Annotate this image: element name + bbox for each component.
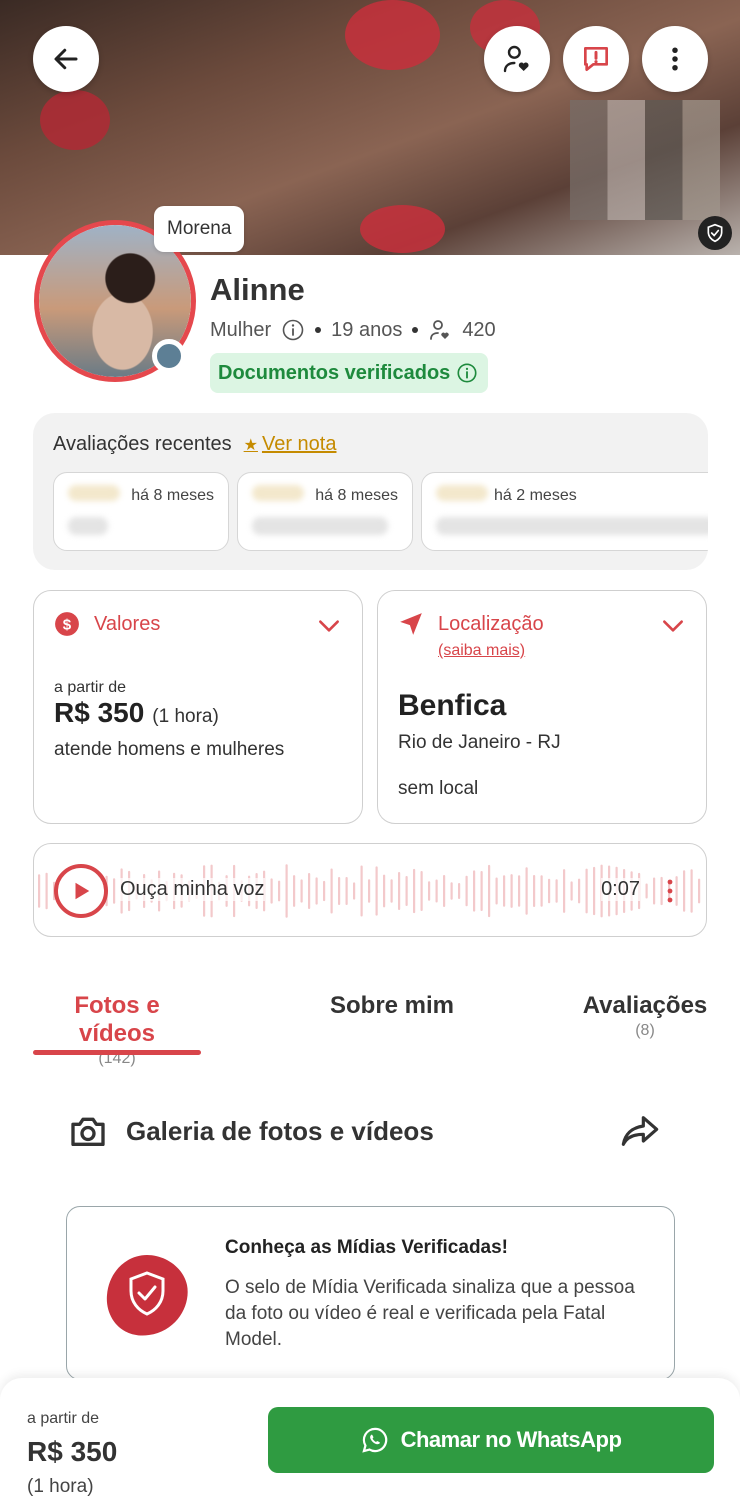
location-card[interactable]: Localização (saiba mais) Benfica Rio de … xyxy=(377,590,707,824)
bottom-price: R$ 350 xyxy=(27,1436,118,1467)
ver-nota-link[interactable]: ★ Ver nota xyxy=(244,433,337,456)
verified-label: Documentos verificados xyxy=(218,361,451,384)
dollar-icon: $ xyxy=(55,612,79,636)
arrow-left-icon xyxy=(54,48,78,70)
status-dot xyxy=(152,339,186,373)
info-icon[interactable] xyxy=(281,318,305,342)
play-icon xyxy=(75,882,90,900)
separator-dot xyxy=(315,327,322,333)
tab-about[interactable]: Sobre mim xyxy=(312,992,472,1020)
cover-verified-badge[interactable] xyxy=(698,216,732,250)
reviews-title: Avaliações recentes xyxy=(53,433,232,455)
shield-check-icon xyxy=(106,1255,188,1336)
price-duration: (1 hora) xyxy=(152,706,219,727)
review-date: há 2 meses xyxy=(494,487,577,504)
gender-label: Mulher xyxy=(210,318,272,341)
age-label: 19 anos xyxy=(331,318,403,341)
tab-photos-videos[interactable]: Fotos e vídeos (142) xyxy=(33,992,201,1068)
ver-nota-label: Ver nota xyxy=(261,433,337,455)
profile-tag: Morena xyxy=(154,206,245,252)
follow-button[interactable] xyxy=(484,26,550,92)
price-from-label: a partir de xyxy=(54,679,127,696)
followers-count: 420 xyxy=(462,318,496,341)
chevron-down-icon[interactable] xyxy=(316,613,342,639)
user-heart-icon xyxy=(430,320,449,340)
review-card[interactable]: há 8 meses xyxy=(53,472,229,551)
place-label: sem local xyxy=(398,778,479,799)
profile-meta: Mulher 19 anos 420 xyxy=(210,315,496,345)
verified-media-info: Conheça as Mídias Verificadas! O selo de… xyxy=(66,1206,675,1380)
tab-reviews[interactable]: Avaliações (8) xyxy=(580,992,710,1040)
tab-label: Fotos e vídeos xyxy=(74,992,160,1047)
bottom-bar: a partir de R$ 350 (1 hora) Chamar no Wh… xyxy=(0,1378,740,1500)
price-value: R$ 350 xyxy=(54,697,145,728)
prices-card[interactable]: $ Valores a partir de R$ 350 (1 hora) at… xyxy=(33,590,363,824)
navigation-arrow-icon xyxy=(400,613,422,635)
share-icon[interactable] xyxy=(620,1114,660,1148)
tab-label: Sobre mim xyxy=(329,992,455,1019)
whatsapp-button[interactable]: Chamar no WhatsApp xyxy=(268,1407,714,1473)
more-options-button[interactable] xyxy=(642,26,708,92)
recent-reviews: Avaliações recentes ★ Ver nota há 8 mese… xyxy=(33,413,708,570)
verified-media-text: O selo de Mídia Verificada sinaliza que … xyxy=(225,1277,635,1350)
profile-name: Alinne xyxy=(210,272,305,307)
info-icon xyxy=(457,363,477,383)
alert-bubble-icon xyxy=(584,47,608,71)
voice-label: Ouça minha voz xyxy=(120,878,265,901)
chevron-down-icon[interactable] xyxy=(660,613,686,639)
camera-icon xyxy=(71,1117,105,1146)
vertical-dots-icon[interactable] xyxy=(664,878,676,904)
separator-dot xyxy=(412,327,419,333)
play-button[interactable] xyxy=(54,864,108,918)
review-card[interactable]: há 2 meses xyxy=(421,472,708,551)
bottom-duration: (1 hora) xyxy=(27,1476,94,1497)
user-heart-icon xyxy=(503,45,529,73)
tab-count: (8) xyxy=(635,1022,655,1039)
back-button[interactable] xyxy=(33,26,99,92)
svg-text:$: $ xyxy=(63,616,72,633)
bottom-from-label: a partir de xyxy=(27,1410,100,1427)
neighborhood: Benfica xyxy=(398,689,507,722)
voice-player[interactable]: Ouça minha voz 0:07 xyxy=(33,843,707,937)
review-date: há 8 meses xyxy=(131,487,214,504)
prices-title: Valores xyxy=(94,612,161,635)
cover-photo[interactable] xyxy=(0,0,740,255)
serves-label: atende homens e mulheres xyxy=(54,739,285,760)
review-date: há 8 meses xyxy=(315,487,398,504)
voice-duration: 0:07 xyxy=(601,878,640,901)
learn-more-link[interactable]: (saiba mais) xyxy=(438,642,525,660)
vertical-dots-icon xyxy=(672,47,678,71)
city: Rio de Janeiro - RJ xyxy=(398,732,561,753)
report-button[interactable] xyxy=(563,26,629,92)
gallery-title: Galeria de fotos e vídeos xyxy=(126,1115,434,1146)
whatsapp-icon xyxy=(361,1427,387,1453)
verified-documents-badge[interactable]: Documentos verificados xyxy=(210,353,489,393)
shield-check-icon xyxy=(707,223,723,243)
tab-label: Avaliações xyxy=(582,992,708,1019)
active-tab-indicator xyxy=(33,1050,201,1055)
review-card[interactable]: há 8 meses xyxy=(237,472,413,551)
gallery-header: Galeria de fotos e vídeos xyxy=(68,1108,660,1154)
star-icon: ★ xyxy=(243,436,258,454)
whatsapp-label: Chamar no WhatsApp xyxy=(400,1427,622,1452)
verified-media-title: Conheça as Mídias Verificadas! xyxy=(225,1237,509,1258)
location-title: Localização xyxy=(438,612,544,635)
